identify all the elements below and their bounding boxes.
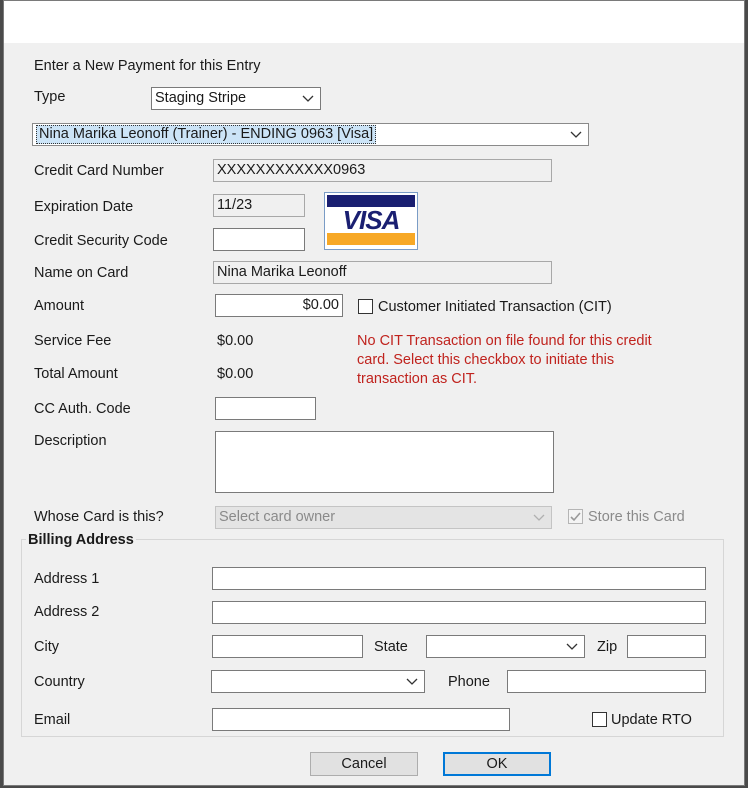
city-label: City <box>34 639 59 655</box>
description-textarea[interactable] <box>215 431 554 493</box>
zip-label: Zip <box>597 639 618 655</box>
total-amount-value: $0.00 <box>217 366 254 382</box>
state-label: State <box>374 639 408 655</box>
type-label: Type <box>34 89 66 105</box>
update-rto-label[interactable]: Update RTO <box>611 711 692 729</box>
card-owner-select[interactable]: Select card owner <box>215 506 552 529</box>
expiration-label: Expiration Date <box>34 199 134 215</box>
country-select[interactable] <box>211 670 425 693</box>
chevron-down-icon <box>302 95 314 102</box>
visa-logo-text: VISA <box>342 205 401 235</box>
cc-number-label: Credit Card Number <box>34 163 164 179</box>
visa-logo: VISA <box>324 192 418 250</box>
phone-input[interactable] <box>507 670 706 693</box>
name-on-card-label: Name on Card <box>34 265 129 281</box>
saved-card-select[interactable]: Nina Marika Leonoff (Trainer) - ENDING 0… <box>32 123 589 146</box>
name-on-card-field: Nina Marika Leonoff <box>213 261 552 284</box>
saved-card-value: Nina Marika Leonoff (Trainer) - ENDING 0… <box>36 125 377 144</box>
address2-input[interactable] <box>212 601 706 624</box>
type-select[interactable]: Staging Stripe <box>151 87 321 110</box>
chevron-down-icon <box>406 678 418 685</box>
cit-label[interactable]: Customer Initiated Transaction (CIT) <box>378 298 612 316</box>
chevron-down-icon <box>533 514 545 521</box>
cit-warning-line2: card. Select this checkbox to initiate t… <box>357 352 615 368</box>
update-rto-checkbox[interactable] <box>592 712 607 727</box>
payment-dialog: Enter a New Payment for this Entry Type … <box>3 0 745 786</box>
type-select-value: Staging Stripe <box>155 90 247 106</box>
service-fee-value: $0.00 <box>217 333 254 349</box>
ok-button[interactable]: OK <box>443 752 551 776</box>
zip-input[interactable] <box>627 635 706 658</box>
description-label: Description <box>34 433 107 449</box>
form-heading: Enter a New Payment for this Entry <box>34 58 261 74</box>
address1-input[interactable] <box>212 567 706 590</box>
csc-input[interactable] <box>213 228 305 251</box>
email-input[interactable] <box>212 708 510 731</box>
store-card-checkbox[interactable] <box>568 509 583 524</box>
title-bar[interactable] <box>4 1 744 43</box>
state-select[interactable] <box>426 635 585 658</box>
service-fee-label: Service Fee <box>34 333 112 349</box>
total-amount-label: Total Amount <box>34 366 118 382</box>
cit-warning-line1: No CIT Transaction on file found for thi… <box>357 333 652 349</box>
checkmark-icon <box>570 512 581 522</box>
store-card-label[interactable]: Store this Card <box>588 508 685 526</box>
billing-address-title: Billing Address <box>26 531 136 549</box>
amount-label: Amount <box>34 298 84 314</box>
chevron-down-icon <box>570 131 582 138</box>
amount-input[interactable]: $0.00 <box>215 294 343 317</box>
csc-label: Credit Security Code <box>34 233 168 249</box>
country-label: Country <box>34 674 85 690</box>
email-label: Email <box>34 712 71 728</box>
address1-label: Address 1 <box>34 571 100 587</box>
card-owner-label: Whose Card is this? <box>34 509 164 525</box>
chevron-down-icon <box>566 643 578 650</box>
cancel-button[interactable]: Cancel <box>310 752 418 776</box>
expiration-field: 11/23 <box>213 194 305 217</box>
auth-code-label: CC Auth. Code <box>34 401 131 417</box>
address2-label: Address 2 <box>34 604 100 620</box>
card-owner-placeholder: Select card owner <box>219 509 336 525</box>
cc-number-field: XXXXXXXXXXXX0963 <box>213 159 552 182</box>
city-input[interactable] <box>212 635 363 658</box>
auth-code-input[interactable] <box>215 397 316 420</box>
phone-label: Phone <box>448 674 490 690</box>
cit-warning-line3: transaction as CIT. <box>357 371 478 387</box>
cit-checkbox[interactable] <box>358 299 373 314</box>
